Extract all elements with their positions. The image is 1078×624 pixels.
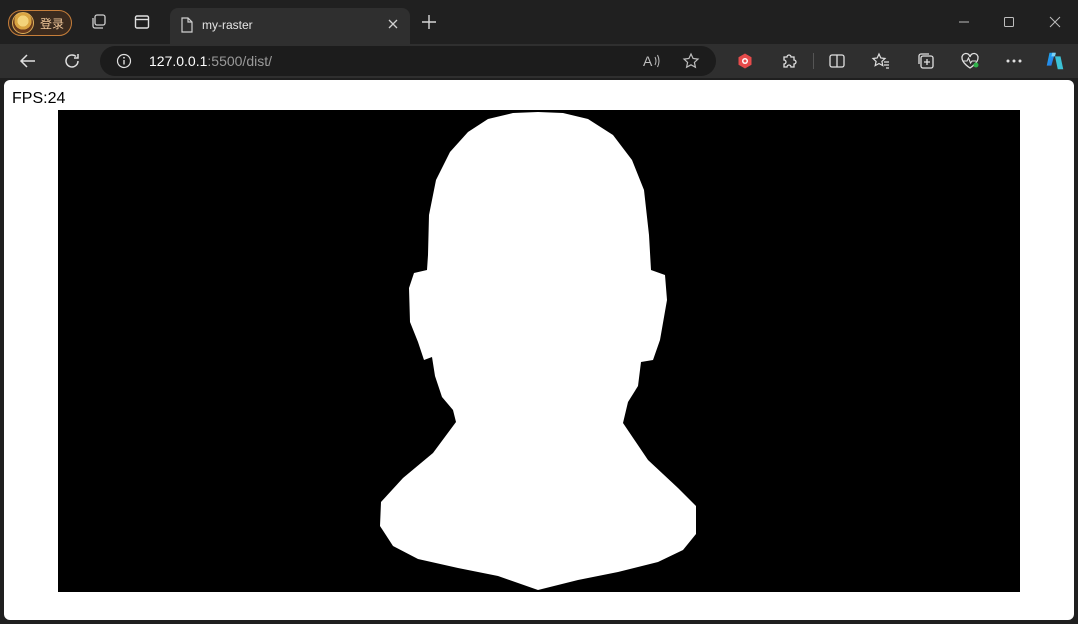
- hexagon-icon[interactable]: [734, 50, 756, 72]
- heart-pulse-icon[interactable]: [959, 50, 981, 72]
- url-text[interactable]: 127.0.0.1:5500/dist/: [149, 53, 272, 69]
- avatar: [12, 12, 34, 34]
- window-close-icon[interactable]: [1045, 12, 1065, 32]
- favorites-icon[interactable]: [870, 50, 892, 72]
- workspaces-icon[interactable]: [89, 12, 109, 32]
- arrow-left-icon[interactable]: [17, 50, 39, 72]
- render-canvas[interactable]: [58, 110, 1020, 592]
- url-host: 127.0.0.1: [149, 53, 208, 69]
- tab-active[interactable]: my-raster: [170, 8, 410, 44]
- url-path: :5500/dist/: [207, 53, 272, 69]
- profile-button[interactable]: 登录: [8, 10, 72, 36]
- page-viewport: FPS:24: [4, 80, 1074, 620]
- split-screen-icon[interactable]: [826, 50, 848, 72]
- copilot-icon[interactable]: [1044, 50, 1066, 72]
- browser-window: 登录 my-raster 127.0.0.1:5500/dist/ A FPS:…: [0, 0, 1078, 624]
- minimize-icon[interactable]: [954, 12, 974, 32]
- fps-counter: FPS:24: [12, 90, 66, 107]
- address-bar[interactable]: 127.0.0.1:5500/dist/ A: [100, 46, 716, 76]
- star-icon[interactable]: [682, 52, 700, 70]
- tab-actions-icon[interactable]: [132, 12, 152, 32]
- toolbar: 127.0.0.1:5500/dist/ A: [0, 44, 1078, 78]
- plus-icon[interactable]: [420, 13, 438, 31]
- collections-icon[interactable]: [915, 50, 937, 72]
- close-icon[interactable]: [386, 17, 400, 31]
- refresh-icon[interactable]: [61, 50, 83, 72]
- puzzle-icon[interactable]: [778, 50, 800, 72]
- page-icon: [180, 17, 194, 33]
- read-aloud-icon[interactable]: A: [642, 52, 662, 70]
- more-icon[interactable]: [1003, 50, 1025, 72]
- toolbar-divider: [813, 53, 814, 69]
- tab-strip: 登录 my-raster: [0, 0, 1078, 44]
- info-icon[interactable]: [116, 53, 132, 69]
- svg-text:A: A: [643, 53, 653, 69]
- profile-label: 登录: [40, 16, 65, 31]
- maximize-icon[interactable]: [999, 12, 1019, 32]
- head-silhouette: [380, 112, 696, 590]
- tab-title: my-raster: [202, 18, 253, 32]
